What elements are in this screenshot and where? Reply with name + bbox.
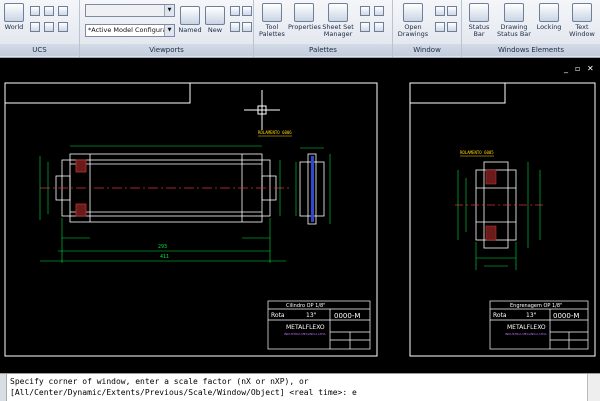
arrange-icons-icon[interactable] xyxy=(447,22,457,32)
sheet-set-manager-button[interactable]: Sheet Set Manager xyxy=(320,3,356,38)
ucs-object-icon[interactable] xyxy=(58,22,68,32)
palettes-panel: Tool Palettes Properties Sheet Set Manag… xyxy=(254,0,393,57)
drawing-svg: 293 411 ROLAMENTO 6006 ROLAMENTO 6005 Ci… xyxy=(4,82,596,357)
markup-set-icon[interactable] xyxy=(374,6,384,16)
palettes-panel-title: Palettes xyxy=(254,44,392,56)
right-company: METALFLEXO xyxy=(507,324,546,331)
right-rota-value: 13" xyxy=(526,312,537,319)
text-window-button[interactable]: Text Window xyxy=(566,3,598,38)
window-panel: Open Drawings Window xyxy=(393,0,462,57)
tile-vertical-icon[interactable] xyxy=(435,22,445,32)
left-sheet-notch xyxy=(5,83,191,104)
left-part-name: Cilindro OP 1/8" xyxy=(286,303,325,309)
new-label: New xyxy=(207,26,223,34)
viewport-polygon-icon[interactable] xyxy=(230,22,240,32)
left-company-sub: INDUSTRIA MECANICA LTDA xyxy=(284,332,327,336)
viewports-panel: ▼ *Active Model Configuration ▼ Named Ne… xyxy=(80,0,254,57)
right-part-name: Engrenagem OP 1/8" xyxy=(510,303,562,309)
right-rota-label: Rota xyxy=(493,312,507,319)
named-label: Named xyxy=(178,26,202,34)
open-drawings-button[interactable]: Open Drawings xyxy=(395,3,431,38)
dbconnect-icon[interactable] xyxy=(374,22,384,32)
right-drawing-number: 0000-M xyxy=(553,312,579,320)
lock-icon xyxy=(539,3,559,22)
bearing-side-view-hatch xyxy=(311,156,314,222)
tool-palettes-label: Tool Palettes xyxy=(259,23,285,38)
right-company-sub: INDUSTRIA MECANICA LTDA xyxy=(505,332,548,336)
text-window-icon xyxy=(572,3,592,22)
command-line[interactable]: Specify corner of window, enter a scale … xyxy=(0,373,600,401)
ucs-y-icon[interactable] xyxy=(58,6,68,16)
right-view-title: ROLAMENTO 6005 xyxy=(460,150,494,155)
open-drawings-icon xyxy=(403,3,423,22)
chevron-down-icon: ▼ xyxy=(164,25,174,36)
viewport-join-icon[interactable] xyxy=(230,6,240,16)
viewports-panel-title: Viewports xyxy=(80,44,253,56)
ucs-panel: World UCS xyxy=(0,0,80,57)
ribbon: World UCS ▼ *Active Model Configuration … xyxy=(0,0,600,58)
named-viewports-button[interactable]: Named xyxy=(177,6,203,34)
tool-palettes-icon xyxy=(262,3,282,22)
tile-horizontal-icon[interactable] xyxy=(447,6,457,16)
command-history-line-2: [All/Center/Dynamic/Extents/Previous/Sca… xyxy=(10,388,357,397)
cascade-icon[interactable] xyxy=(435,6,445,16)
left-company: METALFLEXO xyxy=(286,324,325,331)
ucs-view-icon[interactable] xyxy=(44,22,54,32)
command-history-line-1: Specify corner of window, enter a scale … xyxy=(10,377,309,386)
sheet-set-manager-label: Sheet Set Manager xyxy=(322,23,354,38)
right-sheet-notch xyxy=(410,83,506,104)
left-rota-value: 13" xyxy=(306,312,317,319)
chevron-down-icon: ▼ xyxy=(164,5,174,16)
open-drawings-label: Open Drawings xyxy=(397,23,429,38)
ucs-x-icon[interactable] xyxy=(44,6,54,16)
design-center-icon[interactable] xyxy=(360,6,370,16)
ucs-origin-icon[interactable] xyxy=(30,6,40,16)
viewport-object-icon[interactable] xyxy=(242,22,252,32)
status-bar-button[interactable]: Status Bar xyxy=(464,3,494,38)
properties-label: Properties xyxy=(288,23,321,31)
quickcalc-icon[interactable] xyxy=(360,22,370,32)
named-viewports-icon xyxy=(180,6,200,25)
world-label: World xyxy=(4,23,24,31)
drawing-status-bar-label: Drawing Status Bar xyxy=(497,23,531,38)
status-bar-icon xyxy=(469,3,489,22)
viewport-config-value: *Active Model Configuration xyxy=(88,26,175,34)
viewport-clip-icon[interactable] xyxy=(242,6,252,16)
drawing-status-bar-icon xyxy=(504,3,524,22)
properties-button[interactable]: Properties xyxy=(288,3,321,31)
gear-dimensions xyxy=(457,162,541,270)
drawing-status-bar-button[interactable]: Drawing Status Bar xyxy=(496,3,532,38)
properties-icon xyxy=(294,3,314,22)
ucs-z-icon[interactable] xyxy=(30,22,40,32)
status-bar-label: Status Bar xyxy=(468,23,490,38)
locking-label: Locking xyxy=(536,23,562,31)
tool-palettes-button[interactable]: Tool Palettes xyxy=(256,3,288,38)
drawing-area[interactable]: _ ▫ ✕ 293 411 ROLAMENTO 6006 ROLAMENTO 6… xyxy=(0,58,600,373)
viewport-config-select[interactable]: *Active Model Configuration ▼ xyxy=(85,24,175,37)
locking-button[interactable]: Locking xyxy=(534,3,564,31)
left-rota-label: Rota xyxy=(271,312,285,319)
crosshair-cursor xyxy=(244,90,280,130)
left-drawing-number: 0000-M xyxy=(334,312,360,320)
new-viewport-icon xyxy=(205,6,225,25)
left-sheet-border xyxy=(4,82,378,357)
command-line-grip[interactable] xyxy=(0,374,7,401)
window-panel-title: Window xyxy=(393,44,461,56)
ucs-panel-title: UCS xyxy=(0,44,79,56)
dim-inner: 293 xyxy=(158,244,167,250)
world-ucs-icon xyxy=(4,3,24,22)
windows-elements-panel: Status Bar Drawing Status Bar Locking Te… xyxy=(462,0,600,57)
text-window-label: Text Window xyxy=(569,23,595,38)
viewport-combo-top[interactable]: ▼ xyxy=(85,4,175,17)
left-view-title: ROLAMENTO 6006 xyxy=(258,130,292,135)
windows-elements-panel-title: Windows Elements xyxy=(462,44,600,56)
sheet-set-manager-icon xyxy=(328,3,348,22)
new-viewport-button[interactable]: New xyxy=(204,6,226,34)
world-ucs-button[interactable]: World xyxy=(2,3,26,31)
command-line-scrollbar[interactable] xyxy=(587,374,600,401)
dim-overall: 411 xyxy=(160,254,169,260)
